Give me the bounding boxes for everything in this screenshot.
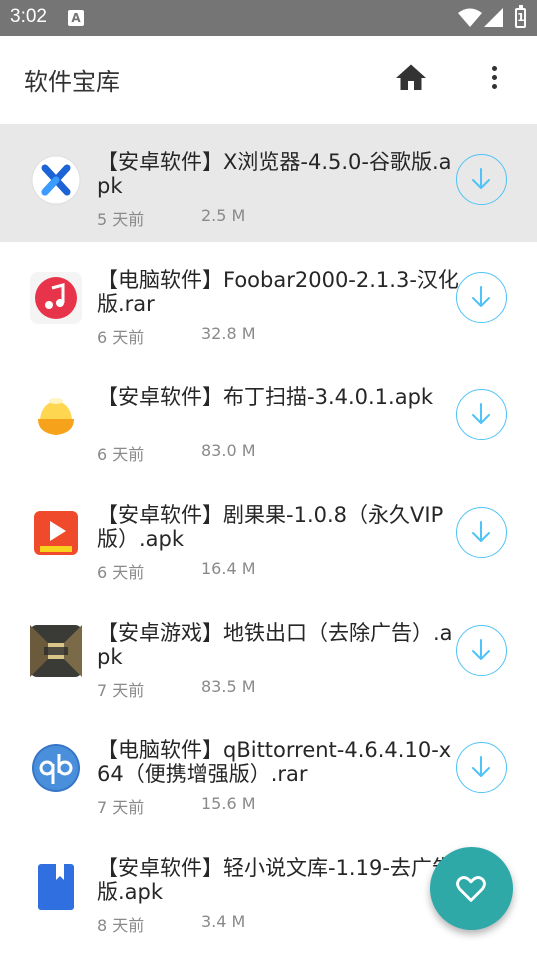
app-title: 软件宝库: [24, 68, 120, 96]
download-button[interactable]: [456, 154, 507, 205]
home-icon: [396, 64, 426, 90]
status-time: 3:02: [10, 6, 47, 27]
item-title: 【电脑软件】qBittorrent-4.6.4.10-x64（便携增强版）.ra…: [97, 738, 452, 787]
download-icon: [472, 285, 490, 307]
download-icon: [472, 403, 490, 425]
item-title: 【安卓软件】剧果果-1.0.8（永久VIP版）.apk: [97, 503, 444, 552]
download-icon: [472, 521, 490, 543]
download-button[interactable]: [456, 624, 507, 676]
battery-icon: 1: [515, 5, 526, 28]
list-item[interactable]: 【安卓软件】布丁扫描-3.4.0.1.apk 6 天前 83.0 M: [0, 359, 537, 478]
music-note-icon: [30, 271, 82, 324]
item-age: 7 天前: [97, 680, 145, 700]
download-button[interactable]: [456, 742, 507, 794]
play-icon: [34, 511, 78, 556]
qb-icon: [32, 744, 80, 793]
more-options-button[interactable]: [480, 60, 510, 96]
book-icon: [38, 864, 74, 911]
list-item[interactable]: 【安卓游戏】地铁出口（去除广告）.apk 7 天前 83.5 M: [0, 594, 537, 713]
item-size: 83.5 M: [201, 676, 256, 696]
status-bar: 3:02 A 1: [0, 0, 537, 36]
favorites-button[interactable]: [430, 847, 513, 930]
item-age: 6 天前: [97, 563, 145, 583]
x-browser-icon: [31, 155, 81, 205]
item-age: 6 天前: [97, 445, 145, 465]
exit-subway-icon: [30, 624, 82, 677]
download-icon: [472, 168, 490, 189]
list-item[interactable]: 【安卓软件】剧果果-1.0.8（永久VIP版）.apk 6 天前 16.4 M: [0, 477, 537, 595]
item-age: 5 天前: [97, 210, 145, 229]
list-item[interactable]: 【安卓软件】X浏览器-4.5.0-谷歌版.apk 5 天前 2.5 M: [0, 124, 537, 242]
item-title: 【安卓软件】布丁扫描-3.4.0.1.apk: [97, 385, 434, 410]
download-button[interactable]: [456, 389, 507, 441]
download-icon: [472, 756, 490, 778]
item-size: 3.4 M: [201, 912, 246, 932]
item-age: 6 天前: [97, 327, 145, 347]
download-button[interactable]: [456, 507, 507, 559]
item-size: 32.8 M: [201, 323, 256, 343]
item-size: 2.5 M: [201, 206, 246, 225]
signal-icon: [484, 8, 503, 27]
download-button[interactable]: [456, 271, 507, 323]
item-title: 【安卓游戏】地铁出口（去除广告）.apk: [97, 620, 453, 669]
battery-level: 1: [517, 11, 525, 24]
home-button[interactable]: [393, 60, 429, 96]
item-age: 8 天前: [97, 916, 145, 936]
more-vertical-icon: [492, 66, 497, 71]
app-bar: 软件宝库: [0, 36, 537, 120]
list-item[interactable]: 【电脑软件】Foobar2000-2.1.3-汉化版.rar 6 天前 32.8…: [0, 241, 537, 360]
file-list: 【安卓软件】X浏览器-4.5.0-谷歌版.apk 5 天前 2.5 M 【电脑软…: [0, 124, 537, 948]
item-title: 【电脑软件】Foobar2000-2.1.3-汉化版.rar: [97, 267, 459, 316]
item-age: 7 天前: [97, 798, 145, 818]
item-title: 【安卓软件】轻小说文库-1.19-去广告版.apk: [97, 856, 453, 905]
wifi-icon: [458, 8, 482, 27]
item-size: 16.4 M: [201, 559, 256, 579]
download-icon: [472, 638, 490, 660]
item-size: 15.6 M: [201, 794, 256, 814]
heart-icon: [456, 876, 486, 902]
item-title: 【安卓软件】X浏览器-4.5.0-谷歌版.apk: [97, 150, 452, 198]
item-size: 83.0 M: [201, 441, 256, 461]
notification-icon: A: [68, 10, 84, 26]
list-item[interactable]: 【电脑软件】qBittorrent-4.6.4.10-x64（便携增强版）.ra…: [0, 712, 537, 831]
pudding-icon: [38, 398, 74, 436]
